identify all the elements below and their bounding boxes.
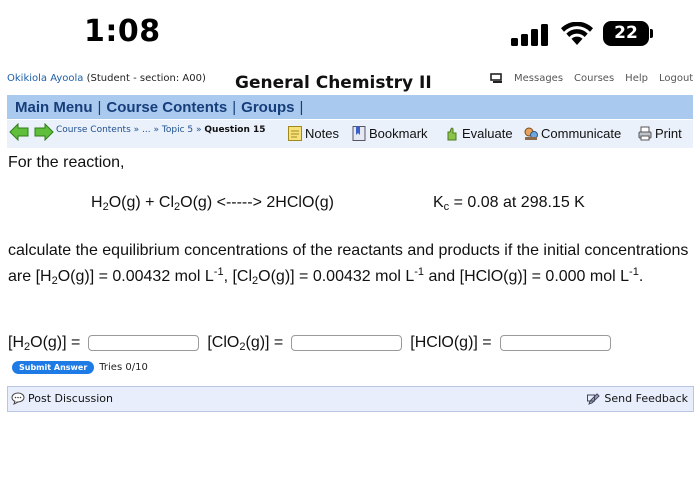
- breadcrumb-separator: »: [133, 125, 140, 135]
- user-role: (Student - section: A00): [86, 73, 206, 84]
- unit-exponent: -1: [213, 266, 224, 278]
- problem-question: calculate the equilibrium concentrations…: [8, 242, 689, 287]
- breadcrumb-course-contents[interactable]: Course Contents: [56, 125, 131, 135]
- wifi-icon: [561, 22, 593, 45]
- course-contents-link[interactable]: Course Contents: [106, 99, 227, 116]
- submit-answer-button[interactable]: Submit Answer: [12, 361, 95, 374]
- submit-row: Submit Answer Tries 0/10: [12, 361, 148, 374]
- groups-link[interactable]: Groups: [241, 99, 294, 116]
- send-feedback-label: Send Feedback: [604, 392, 688, 405]
- previous-arrow-icon[interactable]: [9, 123, 29, 141]
- bookmark-button[interactable]: Bookmark: [352, 126, 428, 141]
- clo2-answer-input[interactable]: [291, 335, 403, 351]
- breadcrumb: Course Contents » ... » Topic 5 » Questi…: [56, 125, 266, 135]
- send-feedback-link[interactable]: Send Feedback: [587, 392, 688, 405]
- initial-hclo-value: )] = 0.000 mol L: [517, 268, 630, 285]
- status-bar: 1:08 22: [0, 0, 700, 66]
- communicate-icon: [524, 127, 538, 140]
- page-header: Okikiola Ayoola (Student - section: A00)…: [0, 70, 700, 94]
- hclo-answer-label: [HClO(g)] =: [410, 334, 492, 351]
- clo2-answer-label: [ClO2(g)] =: [207, 334, 284, 353]
- answer-row: [H2O(g)] = [ClO2(g)] = [HClO(g)] =: [8, 334, 619, 353]
- messages-link[interactable]: Messages: [514, 73, 563, 84]
- communicate-button[interactable]: Communicate: [524, 126, 621, 141]
- problem-intro: For the reaction,: [8, 154, 125, 171]
- resource-toolbar: Course Contents » ... » Topic 5 » Questi…: [7, 120, 693, 148]
- initial-cl2o-value: )] = 0.00432 mol L: [284, 268, 415, 285]
- print-icon: [638, 126, 652, 141]
- breadcrumb-separator: »: [196, 125, 202, 135]
- menu-separator: |: [232, 98, 237, 116]
- feedback-icon: [587, 393, 601, 405]
- logout-link[interactable]: Logout: [659, 73, 693, 84]
- user-info: Okikiola Ayoola (Student - section: A00): [7, 73, 206, 84]
- equilibrium-constant: Kc = 0.08 at 298.15 K: [433, 194, 585, 213]
- initial-h2o-value: )] = 0.00432 mol L: [84, 268, 214, 285]
- breadcrumb-ellipsis[interactable]: ...: [142, 125, 151, 135]
- messages-icon[interactable]: [490, 73, 503, 84]
- notes-button[interactable]: Notes: [288, 126, 339, 141]
- user-name-link[interactable]: Okikiola Ayoola: [7, 73, 83, 84]
- status-time: 1:08: [84, 14, 161, 49]
- main-menu-bar: Main Menu | Course Contents | Groups |: [7, 95, 693, 119]
- next-arrow-icon[interactable]: [34, 123, 54, 141]
- discussion-icon: [11, 392, 25, 405]
- hclo-answer-input[interactable]: [499, 335, 611, 351]
- cellular-signal-icon: [511, 24, 549, 46]
- bookmark-label: Bookmark: [369, 126, 428, 141]
- evaluate-label: Evaluate: [462, 126, 513, 141]
- kc-value: = 0.08 at 298.15 K: [453, 194, 585, 211]
- unit-exponent: -1: [414, 266, 425, 278]
- h2o-answer-input[interactable]: [88, 335, 200, 351]
- top-links: Messages Courses Help Logout: [490, 73, 693, 84]
- evaluate-button[interactable]: Evaluate: [445, 126, 513, 141]
- tries-counter: Tries 0/10: [99, 362, 148, 373]
- bookmark-icon: [352, 126, 366, 141]
- courses-link[interactable]: Courses: [574, 73, 614, 84]
- battery-icon: 22: [603, 21, 649, 46]
- breadcrumb-current: Question 15: [204, 125, 266, 135]
- post-discussion-label: Post Discussion: [28, 392, 114, 405]
- page-title: General Chemistry II: [235, 73, 432, 93]
- battery-nub: [650, 29, 653, 38]
- breadcrumb-topic[interactable]: Topic 5: [162, 125, 193, 135]
- notes-label: Notes: [305, 126, 339, 141]
- h2o-answer-label: [H2O(g)] =: [8, 334, 81, 353]
- help-link[interactable]: Help: [625, 73, 648, 84]
- unit-exponent: -1: [629, 266, 639, 278]
- print-button[interactable]: Print: [638, 126, 682, 141]
- discussion-bar: Post Discussion Send Feedback: [7, 386, 694, 412]
- notes-icon: [288, 126, 302, 141]
- post-discussion-link[interactable]: Post Discussion: [11, 392, 113, 405]
- menu-separator: |: [299, 98, 304, 116]
- breadcrumb-separator: »: [153, 125, 160, 135]
- menu-separator: |: [97, 98, 102, 116]
- main-menu-link[interactable]: Main Menu: [15, 99, 93, 116]
- communicate-label: Communicate: [541, 126, 622, 141]
- print-label: Print: [655, 126, 682, 141]
- reaction-equation: H2O(g) + Cl2O(g) <-----> 2HClO(g): [91, 194, 334, 213]
- evaluate-icon: [447, 127, 457, 141]
